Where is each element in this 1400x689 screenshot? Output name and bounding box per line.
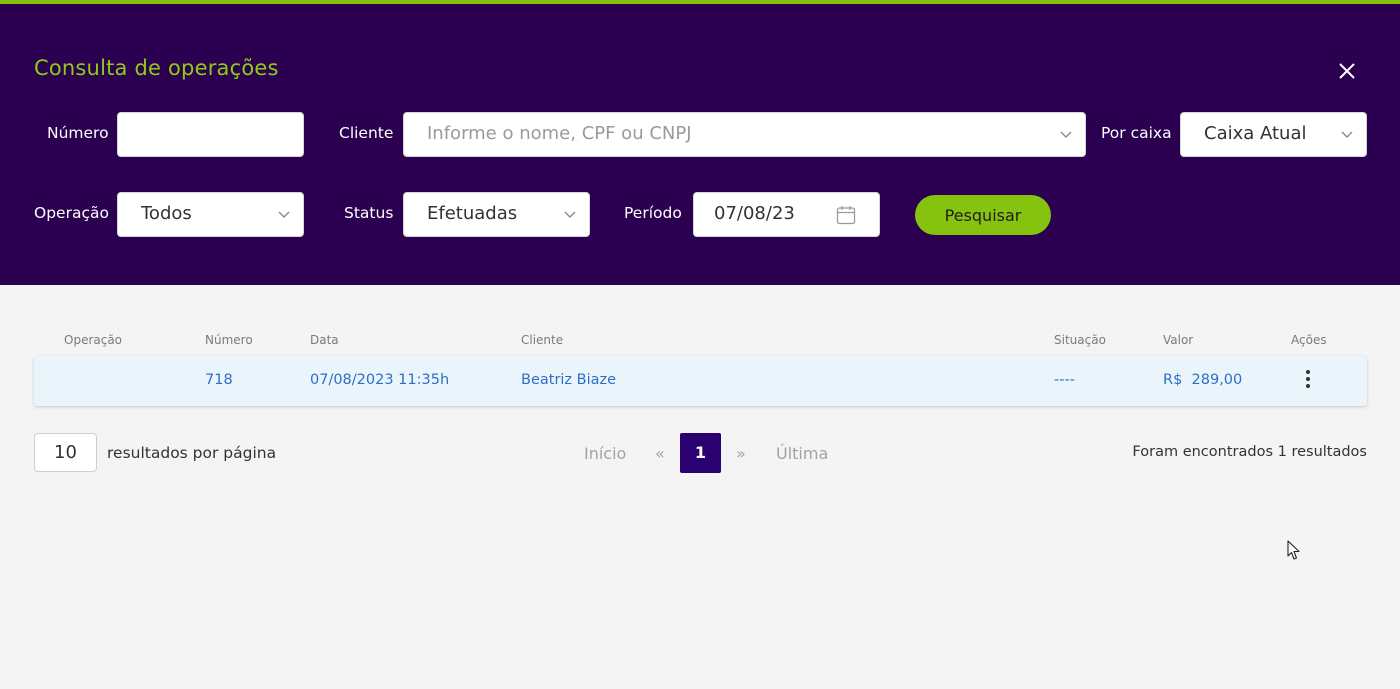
chevron-down-icon: [278, 211, 290, 218]
cliente-label: Cliente: [339, 124, 394, 142]
pagination-next[interactable]: »: [736, 444, 746, 463]
cell-situacao: ----: [1054, 372, 1075, 388]
pagination-prev[interactable]: «: [655, 444, 665, 463]
chevron-down-icon: [564, 211, 576, 218]
cliente-select[interactable]: Informe o nome, CPF ou CNPJ: [403, 112, 1086, 157]
pagination-first[interactable]: Início: [584, 444, 626, 463]
column-header-cliente: Cliente: [521, 333, 564, 347]
por-caixa-label: Por caixa: [1101, 124, 1172, 142]
chevron-down-icon: [1060, 131, 1072, 138]
numero-field[interactable]: [117, 112, 304, 157]
search-button[interactable]: Pesquisar: [915, 195, 1051, 235]
chevron-down-icon: [1341, 131, 1353, 138]
more-actions-icon[interactable]: [1298, 370, 1318, 392]
cell-cliente: Beatriz Biaze: [521, 372, 617, 388]
status-value: Efetuadas: [427, 203, 518, 224]
column-header-operacao: Operação: [64, 333, 123, 347]
status-label: Status: [344, 204, 394, 222]
column-header-numero: Número: [205, 333, 253, 347]
column-header-acoes: Ações: [1291, 333, 1327, 347]
page-title: Consulta de operações: [34, 56, 279, 80]
cell-valor: R$ 289,00: [1163, 372, 1243, 388]
periodo-label: Período: [624, 204, 682, 222]
column-header-data: Data: [310, 333, 339, 347]
por-caixa-value: Caixa Atual: [1204, 123, 1307, 144]
periodo-value: 07/08/23: [714, 203, 795, 224]
per-page-select[interactable]: 10: [34, 433, 97, 472]
por-caixa-select[interactable]: Caixa Atual: [1180, 112, 1367, 157]
cliente-placeholder: Informe o nome, CPF ou CNPJ: [427, 123, 692, 144]
operacao-select[interactable]: Todos: [117, 192, 304, 237]
pagination-last[interactable]: Última: [776, 444, 828, 463]
status-select[interactable]: Efetuadas: [403, 192, 590, 237]
numero-input[interactable]: [118, 113, 303, 156]
cell-data: 07/08/2023 11:35h: [310, 372, 450, 388]
operacao-value: Todos: [141, 203, 192, 224]
column-header-situacao: Situação: [1054, 333, 1106, 347]
column-header-valor: Valor: [1163, 333, 1194, 347]
calendar-icon[interactable]: [836, 205, 856, 225]
pagination-current-page[interactable]: 1: [680, 433, 721, 473]
cell-numero: 718: [205, 372, 233, 388]
table-row[interactable]: 718 07/08/2023 11:35h Beatriz Biaze ----…: [34, 356, 1367, 406]
periodo-date-field[interactable]: 07/08/23: [693, 192, 880, 237]
numero-label: Número: [47, 124, 109, 142]
per-page-label: resultados por página: [107, 444, 277, 462]
operacao-label: Operação: [34, 204, 109, 222]
close-icon[interactable]: [1334, 58, 1360, 84]
mouse-pointer-icon: [1287, 540, 1300, 560]
results-count: Foram encontrados 1 resultados: [1132, 444, 1367, 460]
